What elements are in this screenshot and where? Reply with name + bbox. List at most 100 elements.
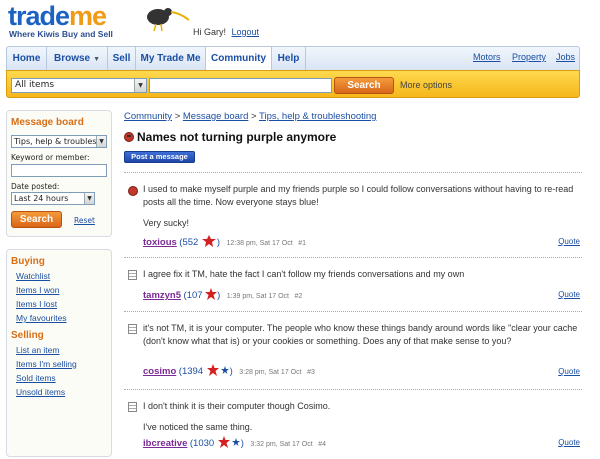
post-time: 1:39 pm, Sat 17 Oct — [226, 293, 290, 300]
chevron-down-icon[interactable]: ▼ — [96, 136, 106, 147]
category-select[interactable]: All items ▼ — [11, 78, 147, 93]
feedback-count[interactable]: (1030 — [190, 438, 214, 449]
logo-trade-text: trade — [8, 1, 70, 31]
logo-wordmark: trademe — [8, 1, 107, 31]
post-time: 3:32 pm, Sat 17 Oct — [250, 441, 313, 448]
user-greeting: Hi Gary! Logout — [193, 27, 259, 37]
red-face-icon — [128, 186, 138, 196]
post-message-button[interactable]: Post a message — [124, 151, 195, 163]
tab-browse[interactable]: Browse ▼ — [47, 47, 108, 70]
tab-home[interactable]: Home — [7, 47, 47, 70]
author-link[interactable]: toxious — [143, 237, 177, 248]
post-text: I don't think it is their computer thoug… — [143, 401, 331, 411]
post-meta: tamzyn5 (107 ) 1:39 pm, Sat 17 Oct #2 — [143, 288, 302, 301]
author-link[interactable]: cosimo — [143, 366, 176, 377]
author-link[interactable]: ibcreative — [143, 438, 187, 449]
watchlist-link[interactable]: Watchlist — [16, 271, 50, 281]
tab-my-trade-me-label: My Trade Me — [140, 53, 201, 64]
post-meta: cosimo (1394 ) 3:28 pm, Sat 17 Oct #3 — [143, 364, 315, 377]
feedback-count[interactable]: (552 — [179, 237, 198, 248]
chevron-down-icon[interactable]: ▼ — [84, 193, 94, 204]
post-3: it's not TM, it is your computer. The pe… — [124, 311, 582, 384]
tab-sell-label: Sell — [112, 53, 131, 64]
items-lost-link[interactable]: Items I lost — [16, 299, 57, 309]
post-time: 12:38 pm, Sat 17 Oct — [226, 240, 293, 247]
feedback-count[interactable]: (1394 — [179, 366, 203, 377]
logout-link[interactable]: Logout — [232, 27, 260, 37]
post-body: it's not TM, it is your computer. The pe… — [143, 322, 578, 356]
post-number: #4 — [318, 441, 326, 448]
post-1: I used to make myself purple and my frie… — [124, 172, 582, 252]
logo-tagline: Where Kiwis Buy and Sell — [9, 29, 113, 39]
greeting-text: Hi Gary! — [193, 27, 227, 37]
post-text: it's not TM, it is your computer. The pe… — [143, 323, 578, 346]
post-number: #2 — [294, 293, 303, 300]
author-link[interactable]: tamzyn5 — [143, 290, 181, 301]
selling-heading: Selling — [11, 330, 44, 341]
chevron-down-icon: ▼ — [93, 56, 101, 63]
feedback-star-icon — [205, 288, 218, 300]
quote-link[interactable]: Quote — [558, 237, 580, 246]
message-board-panel: Message board Tips, help & troubleshooti… — [6, 110, 112, 237]
document-icon — [128, 324, 137, 334]
feedback-close-paren: ) — [240, 438, 244, 449]
property-link[interactable]: Property — [512, 52, 546, 62]
message-board-title: Message board — [11, 117, 84, 128]
sold-items-link[interactable]: Sold items — [16, 373, 56, 383]
tab-home-label: Home — [12, 53, 41, 64]
keyword-input[interactable] — [11, 164, 107, 177]
breadcrumb-tips-help[interactable]: Tips, help & troubleshooting — [259, 111, 376, 122]
feedback-star-icon — [201, 235, 216, 247]
kiwi-bird-icon — [147, 8, 190, 32]
tab-sell[interactable]: Sell — [108, 47, 136, 70]
breadcrumb-message-board[interactable]: Message board — [183, 111, 248, 122]
quote-link[interactable]: Quote — [558, 290, 580, 299]
motors-link[interactable]: Motors — [473, 52, 501, 62]
reset-link[interactable]: Reset — [74, 216, 95, 225]
post-number: #3 — [307, 369, 315, 376]
post-2: I agree fix it TM, hate the fact I can't… — [124, 257, 582, 306]
breadcrumb: Community > Message board > Tips, help &… — [124, 111, 376, 122]
search-button[interactable]: Search — [334, 77, 394, 94]
post-meta: ibcreative (1030 ) 3:32 pm, Sat 17 Oct #… — [143, 436, 326, 449]
post-meta: toxious (552 ) 12:38 pm, Sat 17 Oct #1 — [143, 235, 306, 248]
date-posted-value: Last 24 hours — [14, 194, 69, 203]
unsold-items-link[interactable]: Unsold items — [16, 387, 65, 397]
tab-help[interactable]: Help — [272, 47, 306, 70]
document-icon — [128, 270, 137, 280]
quote-link[interactable]: Quote — [558, 367, 580, 376]
feedback-star-icon — [217, 436, 240, 448]
feedback-close-paren: ) — [216, 237, 220, 248]
feedback-count[interactable]: (107 — [184, 290, 203, 301]
breadcrumb-separator: > — [251, 111, 257, 122]
category-select-value: All items — [15, 80, 55, 90]
date-posted-select[interactable]: Last 24 hours ▼ — [11, 192, 95, 205]
main-nav: Home Browse ▼ Sell My Trade Me Community … — [6, 46, 580, 71]
items-won-link[interactable]: Items I won — [16, 285, 59, 295]
list-item-link[interactable]: List an item — [16, 345, 59, 355]
breadcrumb-community[interactable]: Community — [124, 111, 172, 122]
search-input[interactable] — [149, 78, 332, 93]
trademe-logo[interactable]: trademe Where Kiwis Buy and Sell — [8, 1, 190, 42]
tab-community[interactable]: Community — [206, 47, 272, 71]
items-selling-link[interactable]: Items I'm selling — [16, 359, 77, 369]
post-text: I used to make myself purple and my frie… — [143, 184, 574, 207]
board-select-value: Tips, help & troubleshooting — [14, 137, 106, 146]
thread-title: Names not turning purple anymore — [124, 130, 336, 144]
board-search-button[interactable]: Search — [11, 211, 62, 228]
jobs-link[interactable]: Jobs — [556, 52, 575, 62]
more-options-link[interactable]: More options — [400, 80, 452, 90]
my-favourites-link[interactable]: My favourites — [16, 313, 67, 323]
post-text: Very sucky! — [143, 218, 190, 228]
chevron-down-icon[interactable]: ▼ — [134, 79, 146, 92]
tab-help-label: Help — [277, 53, 300, 64]
buying-heading: Buying — [11, 256, 45, 267]
feedback-close-paren: ) — [229, 366, 233, 377]
board-select[interactable]: Tips, help & troubleshooting ▼ — [11, 135, 107, 148]
quote-link[interactable]: Quote — [558, 438, 580, 447]
thread-title-text: Names not turning purple anymore — [137, 130, 337, 144]
document-icon — [128, 402, 137, 412]
tab-my-trade-me[interactable]: My Trade Me — [136, 47, 206, 70]
post-body: I agree fix it TM, hate the fact I can't… — [143, 268, 578, 289]
site-header: trademe Where Kiwis Buy and Sell Hi Gary… — [0, 0, 600, 44]
